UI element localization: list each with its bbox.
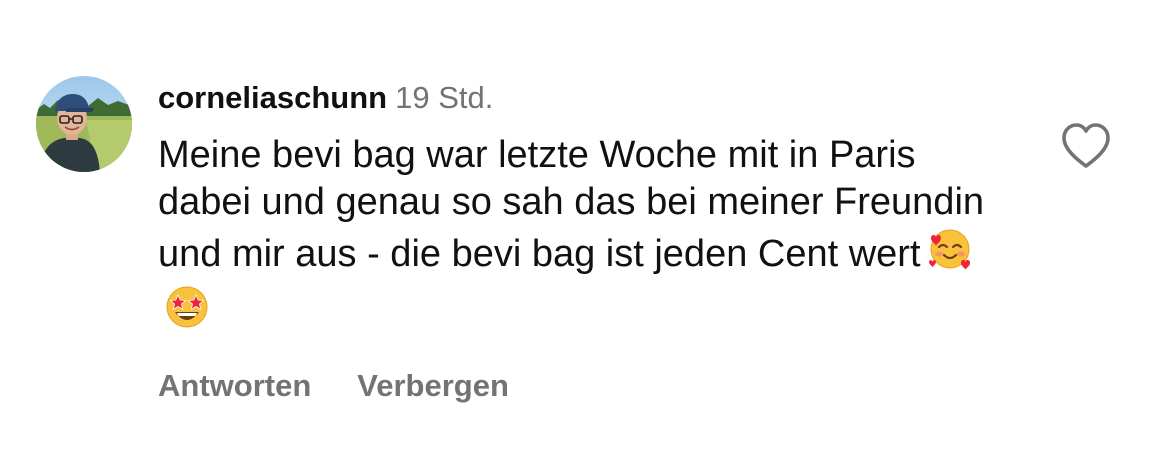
username-link[interactable]: corneliaschunn [158,80,387,115]
comment-header: corneliaschunn 19 Std. [158,74,1038,122]
comment-timestamp: 19 Std. [395,80,494,115]
comment-body: corneliaschunn 19 Std. Meine bevi bag war… [158,74,1038,406]
star-struck-emoji [164,284,210,342]
like-button[interactable] [1058,120,1114,172]
comment-actions: Antworten Verbergen [158,366,1038,406]
comment-text: Meine bevi bag war letzte Woche mit in P… [158,132,1018,342]
smiling-face-with-hearts-emoji [927,226,973,284]
avatar[interactable] [36,76,132,172]
comment-text-content: Meine bevi bag war letzte Woche mit in P… [158,134,985,275]
comment: corneliaschunn 19 Std. Meine bevi bag war… [0,0,1170,456]
hide-button[interactable]: Verbergen [357,368,509,403]
heart-outline-icon [1062,123,1110,168]
reply-button[interactable]: Antworten [158,368,311,403]
